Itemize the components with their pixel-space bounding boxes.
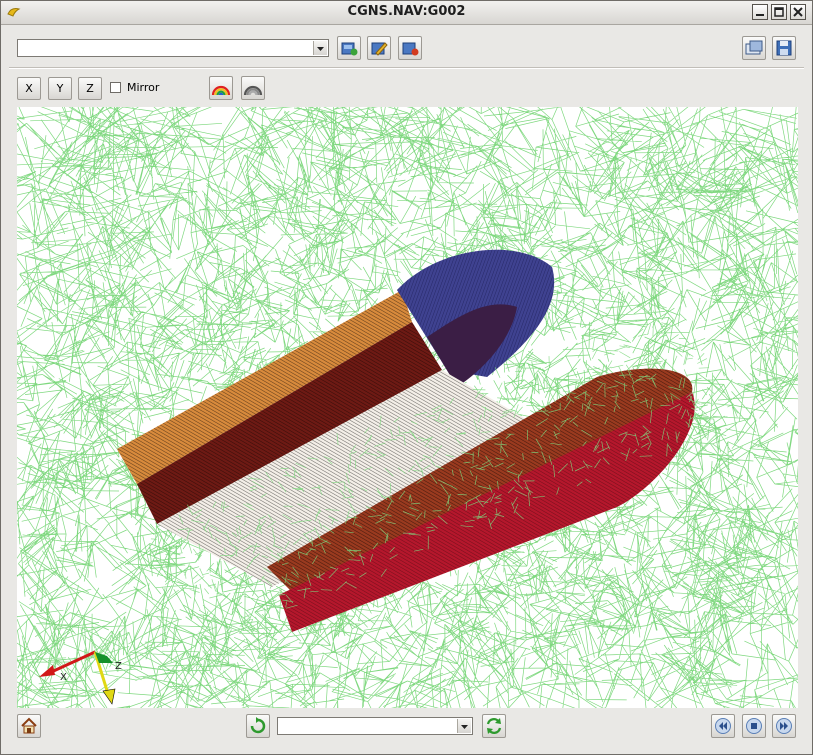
refresh-icon xyxy=(250,717,266,734)
edit-view-button[interactable] xyxy=(367,36,391,60)
snapshot-icon xyxy=(745,40,763,55)
family-dropdown-arrow[interactable] xyxy=(457,719,471,733)
snapshot-button[interactable] xyxy=(742,36,766,60)
update-button[interactable] xyxy=(482,714,506,738)
mirror-checkbox[interactable] xyxy=(110,82,121,93)
rainbow-icon xyxy=(211,85,231,96)
maximize-button[interactable] xyxy=(771,4,787,20)
home-view-button[interactable] xyxy=(17,714,41,738)
home-icon xyxy=(21,717,37,734)
greyscale-icon xyxy=(243,85,263,96)
edit-view-icon xyxy=(371,42,388,56)
colormap-button[interactable] xyxy=(209,76,233,100)
view-selector-combo[interactable] xyxy=(17,39,329,57)
y-axis-button[interactable]: Y xyxy=(48,77,72,100)
add-view-button[interactable] xyxy=(337,36,361,60)
reset-family-button[interactable] xyxy=(246,714,270,738)
chevron-down-icon xyxy=(461,725,468,729)
stop-button[interactable] xyxy=(742,714,766,738)
title-bar[interactable]: CGNS.NAV:G002 xyxy=(1,1,812,25)
mesh-scene[interactable]: X Z xyxy=(17,107,798,708)
x-axis-button[interactable]: X xyxy=(17,77,41,100)
window-title: CGNS.NAV:G002 xyxy=(347,4,466,19)
save-icon xyxy=(776,40,792,56)
add-view-icon xyxy=(341,42,358,56)
axis-z-label: Z xyxy=(115,661,122,672)
remove-view-button[interactable] xyxy=(398,36,422,60)
next-button[interactable] xyxy=(772,714,796,738)
grey-render-button[interactable] xyxy=(241,76,265,100)
dropdown-arrow[interactable] xyxy=(313,41,327,55)
rewind-icon xyxy=(715,718,731,734)
toolbar-separator xyxy=(9,67,804,69)
minimize-icon xyxy=(756,14,764,16)
family-selector-combo[interactable] xyxy=(277,717,473,735)
3d-viewport[interactable]: X Z xyxy=(17,107,798,708)
z-axis-button[interactable]: Z xyxy=(78,77,102,100)
save-button[interactable] xyxy=(772,36,796,60)
stop-icon xyxy=(746,718,762,734)
axis-x-label: X xyxy=(60,672,67,683)
chevron-down-icon xyxy=(317,47,324,51)
previous-button[interactable] xyxy=(711,714,735,738)
sync-icon xyxy=(486,718,502,734)
close-icon xyxy=(793,7,803,17)
minimize-button[interactable] xyxy=(752,4,768,20)
close-button[interactable] xyxy=(790,4,806,20)
mirror-label: Mirror xyxy=(127,81,160,94)
remove-view-icon xyxy=(402,42,419,56)
cgns-nav-window: CGNS.NAV:G002 X Y Z Mirror X Z xyxy=(0,0,813,755)
forward-icon xyxy=(776,718,792,734)
maximize-icon xyxy=(774,7,784,17)
